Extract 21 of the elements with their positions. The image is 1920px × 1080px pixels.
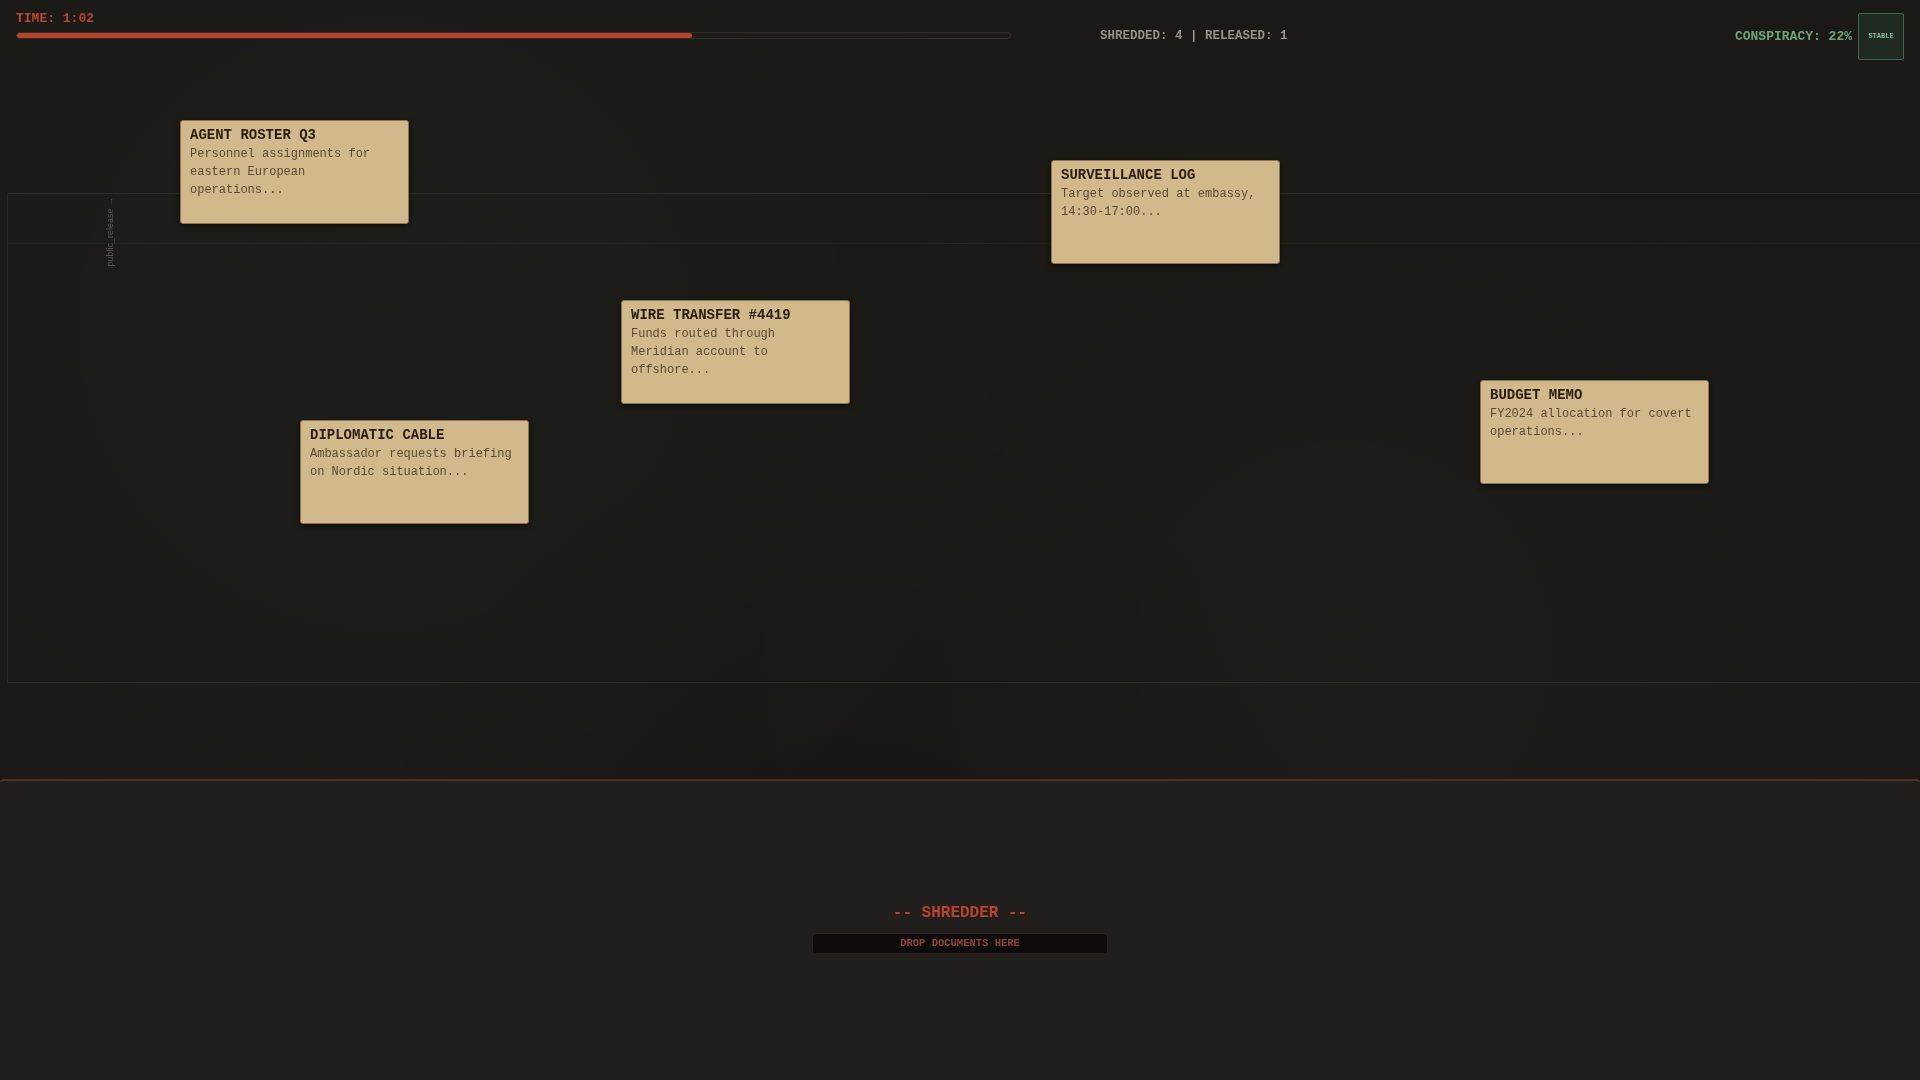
document-text: Personnel assignments for eastern European operations...	[190, 146, 372, 199]
document-title: AGENT ROSTER Q3	[190, 127, 317, 143]
drop-slot: DROP DOCUMENTS HERE	[812, 933, 1108, 954]
document-card[interactable]: WIRE TRANSFER #4419 Funds routed through Meridian account to offshore...	[621, 300, 850, 404]
conspiracy-label: CONSPIRACY: 22%	[1734, 28, 1852, 44]
zone-label: public_release →	[104, 197, 116, 267]
shredder-title: -- SHREDDER --	[892, 903, 1028, 923]
document-text: Target observed at embassy, 14:30-17:00...	[1061, 186, 1257, 221]
document-title: WIRE TRANSFER #4419	[631, 307, 791, 323]
document-title: SURVEILLANCE LOG	[1061, 167, 1196, 183]
document-card[interactable]: BUDGET MEMO FY2024 allocation for covert operations...	[1480, 380, 1709, 484]
stats-text: SHREDDED: 4 | RELEASED: 1	[1100, 29, 1288, 43]
document-text: FY2024 allocation for covert operations...	[1490, 406, 1693, 441]
document-card[interactable]: DIPLOMATIC CABLE Ambassador requests briefing on Nordic situation...	[300, 420, 529, 524]
document-title: DIPLOMATIC CABLE	[310, 427, 445, 443]
document-text: Funds routed through Meridian account to offshore...	[631, 326, 777, 379]
document-card[interactable]: SURVEILLANCE LOG Target observed at embassy, 14:30-17:00...	[1051, 160, 1280, 264]
document-card[interactable]: AGENT ROSTER Q3 Personnel assignments for eastern European operations...	[180, 120, 409, 224]
document-title: BUDGET MEMO	[1490, 387, 1583, 403]
timer-label: TIME: 1:02	[16, 12, 94, 26]
document-text: Ambassador requests briefing on Nordic situation...	[310, 446, 513, 481]
